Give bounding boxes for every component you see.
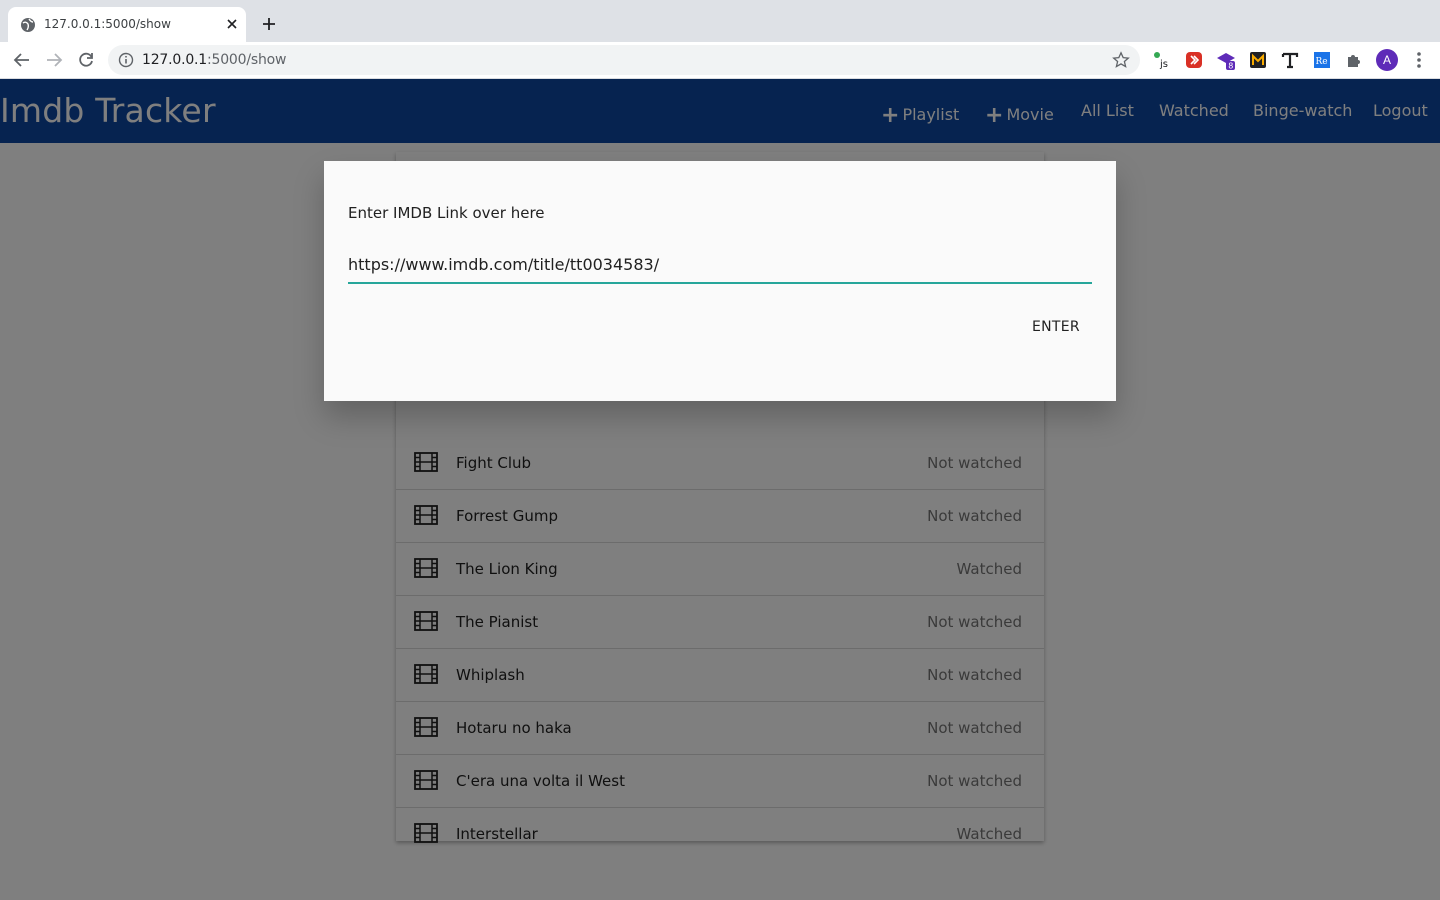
browser-toolbar: 127.0.0.1:5000/show js 8 Re A <box>0 42 1440 79</box>
forward-arrow-icon[interactable] <box>44 50 64 70</box>
tab-title: 127.0.0.1:5000/show <box>44 17 171 31</box>
imdb-link-label: Enter IMDB Link over here <box>348 204 545 222</box>
browser-tab[interactable]: 127.0.0.1:5000/show <box>8 7 246 42</box>
profile-avatar[interactable]: A <box>1376 49 1398 71</box>
address-bar[interactable]: 127.0.0.1:5000/show <box>108 45 1140 75</box>
t-extension-icon[interactable] <box>1280 50 1300 70</box>
browser-tab-strip: 127.0.0.1:5000/show <box>0 0 1440 42</box>
url-host: 127.0.0.1 <box>142 52 207 68</box>
m-extension-icon[interactable] <box>1248 50 1268 70</box>
new-tab-icon[interactable] <box>260 15 278 33</box>
puzzle-extensions-icon[interactable] <box>1344 50 1364 70</box>
red-extension-icon[interactable] <box>1184 50 1204 70</box>
enter-button[interactable]: ENTER <box>1006 309 1106 345</box>
graduation-extension-icon[interactable]: 8 <box>1216 50 1236 70</box>
globe-icon <box>21 18 35 32</box>
re-extension-icon[interactable]: Re <box>1312 50 1332 70</box>
more-vert-icon[interactable] <box>1410 50 1428 70</box>
url-text: 127.0.0.1:5000/show <box>142 52 286 68</box>
js-extension-icon[interactable]: js <box>1152 50 1172 70</box>
imdb-link-input[interactable] <box>348 246 1092 284</box>
add-movie-modal: Enter IMDB Link over here ENTER <box>324 161 1116 401</box>
svg-text:js: js <box>1159 59 1168 70</box>
back-arrow-icon[interactable] <box>12 50 32 70</box>
bookmark-star-icon[interactable] <box>1112 51 1130 69</box>
close-icon[interactable] <box>224 16 240 32</box>
reload-icon[interactable] <box>76 50 96 70</box>
url-path: :5000/show <box>207 52 287 68</box>
extension-badge: 8 <box>1228 62 1233 70</box>
svg-text:Re: Re <box>1316 57 1328 67</box>
info-icon[interactable] <box>118 52 134 68</box>
